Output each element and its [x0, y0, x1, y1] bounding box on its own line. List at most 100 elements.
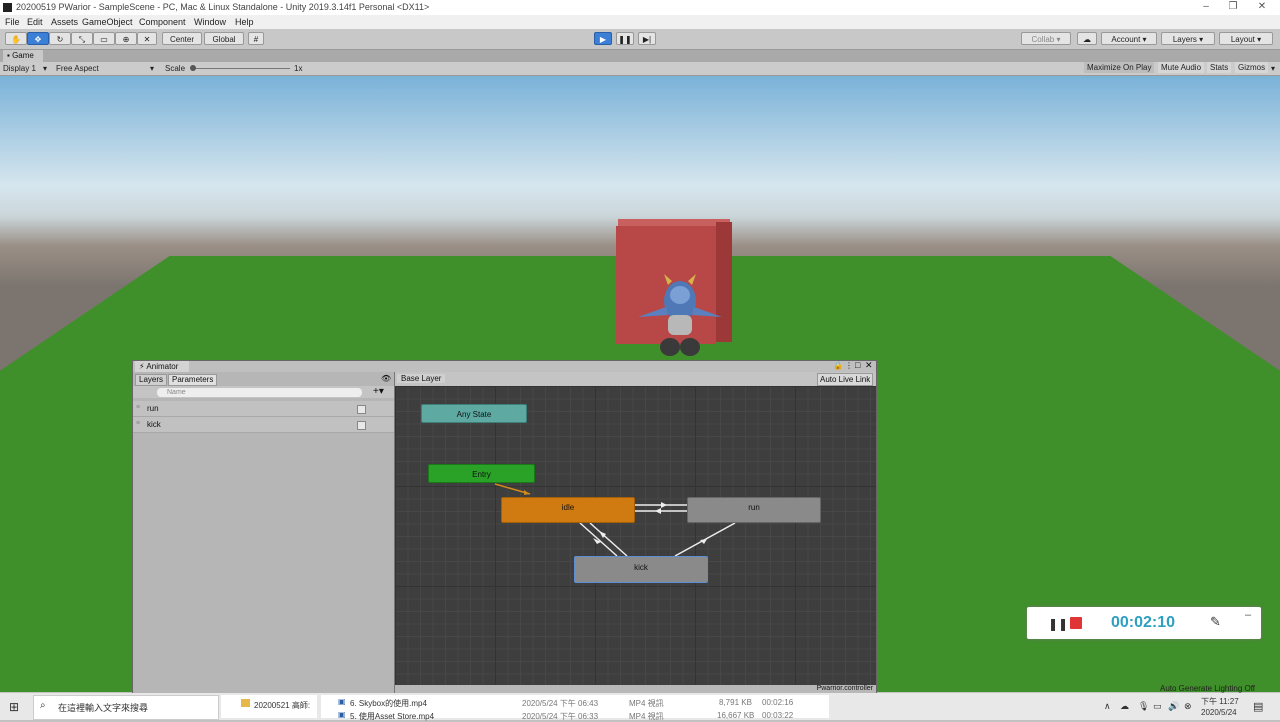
parameter-checkbox[interactable] — [357, 421, 366, 430]
drag-handle-icon[interactable]: ≡ — [136, 420, 140, 427]
video-file-icon: ▣ — [338, 710, 346, 719]
pivot-center-button[interactable]: Center — [162, 32, 202, 45]
microphone-icon[interactable]: 🎙 — [1138, 701, 1149, 712]
menu-help[interactable]: Help — [235, 17, 254, 27]
cloud-icon[interactable]: ☁ — [1120, 701, 1129, 712]
scale-slider-thumb[interactable] — [190, 65, 196, 71]
scale-slider-track[interactable] — [192, 68, 290, 69]
restore-icon[interactable]: ❐ — [1227, 1, 1239, 13]
layers-label: Layers — [1172, 35, 1197, 44]
state-machine-graph[interactable]: Any State Entry idle run kick — [395, 386, 876, 685]
lock-icon[interactable]: 🔒 — [833, 361, 843, 370]
grid-snap-icon[interactable]: # — [248, 32, 264, 45]
pause-icon[interactable]: ❚❚ — [1048, 617, 1068, 631]
menu-file[interactable]: File — [5, 17, 20, 27]
layout-dropdown[interactable]: Layout ▾ — [1219, 32, 1273, 45]
unity-logo-icon — [3, 3, 12, 12]
scale-value: 1x — [294, 64, 303, 73]
stats-toggle[interactable]: Stats — [1207, 62, 1232, 73]
clock-time[interactable]: 下午 11:27 — [1201, 696, 1239, 707]
play-button[interactable]: ▶ — [594, 32, 612, 45]
minimize-icon[interactable]: – — [1245, 609, 1251, 621]
transform-tool-icon[interactable]: ⊕ — [115, 32, 137, 45]
folder-name[interactable]: 20200521 高師: — [254, 700, 310, 711]
global-label: Global — [212, 35, 236, 44]
display-dropdown[interactable]: Display 1 — [3, 64, 36, 73]
menu-component[interactable]: Component — [139, 17, 186, 27]
animator-tab[interactable]: ⚡ Animator — [135, 361, 189, 372]
warrior-character — [638, 274, 722, 356]
breadcrumb[interactable]: Base Layer — [397, 374, 446, 383]
account-dropdown[interactable]: Account ▾ — [1101, 32, 1157, 45]
windows-start-icon[interactable]: ⊞ — [9, 700, 19, 714]
layers-dropdown[interactable]: Layers ▾ — [1161, 32, 1215, 45]
animator-window: ⚡ Animator 🔒 ⋮ □ ✕ Layers Parameters 👁 N… — [132, 360, 877, 695]
file-type: MP4 視訊 — [629, 712, 664, 721]
menu-assets[interactable]: Assets — [51, 17, 78, 27]
auto-live-link-toggle[interactable]: Auto Live Link — [817, 373, 874, 386]
state-any-state[interactable]: Any State — [421, 404, 527, 423]
mute-audio-toggle[interactable]: Mute Audio — [1158, 62, 1205, 73]
aspect-dropdown[interactable]: Free Aspect — [56, 64, 99, 73]
parameter-checkbox[interactable] — [357, 405, 366, 414]
list-item[interactable]: ≡ kick — [133, 417, 394, 433]
cloud-icon[interactable]: ☁ — [1077, 32, 1097, 45]
state-run[interactable]: run — [687, 497, 821, 523]
graph-header: Base Layer Auto Live Link — [395, 372, 876, 386]
gizmos-toggle[interactable]: Gizmos — [1235, 62, 1269, 73]
parameter-search-input[interactable]: Name — [157, 388, 362, 397]
menu-gameobject[interactable]: GameObject — [82, 17, 133, 27]
game-toolbar: Display 1 ▾ Free Aspect ▾ Scale 1x Maxim… — [0, 62, 1280, 76]
hand-tool-icon[interactable]: ✋ — [5, 32, 27, 45]
step-button[interactable]: ▶| — [638, 32, 656, 45]
center-label: Center — [169, 35, 194, 44]
global-local-button[interactable]: Global — [204, 32, 244, 45]
tab-layers[interactable]: Layers — [135, 374, 168, 386]
list-item[interactable]: ≡ run — [133, 401, 394, 417]
file-name[interactable]: 6. Skybox的使用.mp4 — [350, 698, 427, 709]
minimize-icon[interactable]: – — [1200, 1, 1212, 13]
menu-edit[interactable]: Edit — [27, 17, 43, 27]
move-tool-icon[interactable]: ✥ — [27, 32, 49, 45]
volume-icon[interactable]: 🔊 — [1168, 701, 1179, 712]
game-tab[interactable]: ▪ Game — [3, 50, 43, 62]
maximize-icon[interactable]: □ — [855, 360, 860, 370]
pen-icon[interactable]: ✎ — [1210, 614, 1221, 630]
menu-icon[interactable]: ⋮ — [845, 361, 853, 370]
eye-icon[interactable]: 👁 — [381, 374, 391, 383]
file-name[interactable]: 5. 使用Asset Store.mp4 — [350, 711, 434, 722]
chevron-up-icon[interactable]: ∧ — [1104, 701, 1111, 712]
menu-window[interactable]: Window — [194, 17, 226, 27]
close-icon[interactable]: ✕ — [865, 360, 873, 371]
rotate-tool-icon[interactable]: ↻ — [49, 32, 71, 45]
stop-record-icon[interactable] — [1070, 617, 1082, 629]
state-kick[interactable]: kick — [574, 556, 708, 583]
state-idle[interactable]: idle — [501, 497, 635, 523]
maximize-on-play-toggle[interactable]: Maximize On Play — [1084, 62, 1155, 73]
network-icon[interactable]: ▭ — [1153, 701, 1162, 712]
clock-date[interactable]: 2020/5/24 — [1201, 708, 1237, 717]
close-icon[interactable]: ✕ — [1256, 1, 1268, 13]
add-parameter-button[interactable]: +▾ — [373, 386, 384, 397]
state-entry[interactable]: Entry — [428, 464, 535, 483]
dropdown-arrow-icon: ▾ — [1271, 64, 1276, 73]
tab-parameters[interactable]: Parameters — [168, 374, 218, 386]
taskbar-search-input[interactable]: 在這裡輸入文字來搜尋 — [58, 701, 148, 714]
animator-header: ⚡ Animator 🔒 ⋮ □ ✕ — [133, 360, 876, 372]
custom-tool-icon[interactable]: ✕ — [137, 32, 157, 45]
file-date: 2020/5/24 下午 06:43 — [522, 699, 599, 708]
file-duration: 00:03:22 — [762, 711, 794, 720]
no-connection-icon[interactable]: ⊗ — [1184, 701, 1192, 712]
animator-title: Animator — [146, 362, 179, 371]
pause-button[interactable]: ❚❚ — [616, 32, 634, 45]
file-duration: 00:02:16 — [762, 698, 794, 707]
scale-tool-icon[interactable]: ⤡ — [71, 32, 93, 45]
collab-button[interactable]: Collab ▾ — [1021, 32, 1071, 45]
title-bar: 20200519 PWarior - SampleScene - PC, Mac… — [0, 0, 1280, 15]
notification-icon[interactable]: ▤ — [1253, 700, 1263, 713]
drag-handle-icon[interactable]: ≡ — [136, 404, 140, 411]
rect-tool-icon[interactable]: ▭ — [93, 32, 115, 45]
file-type: MP4 視訊 — [629, 699, 664, 708]
parameter-name: kick — [147, 420, 161, 429]
dropdown-arrow-icon: ▾ — [150, 64, 155, 73]
